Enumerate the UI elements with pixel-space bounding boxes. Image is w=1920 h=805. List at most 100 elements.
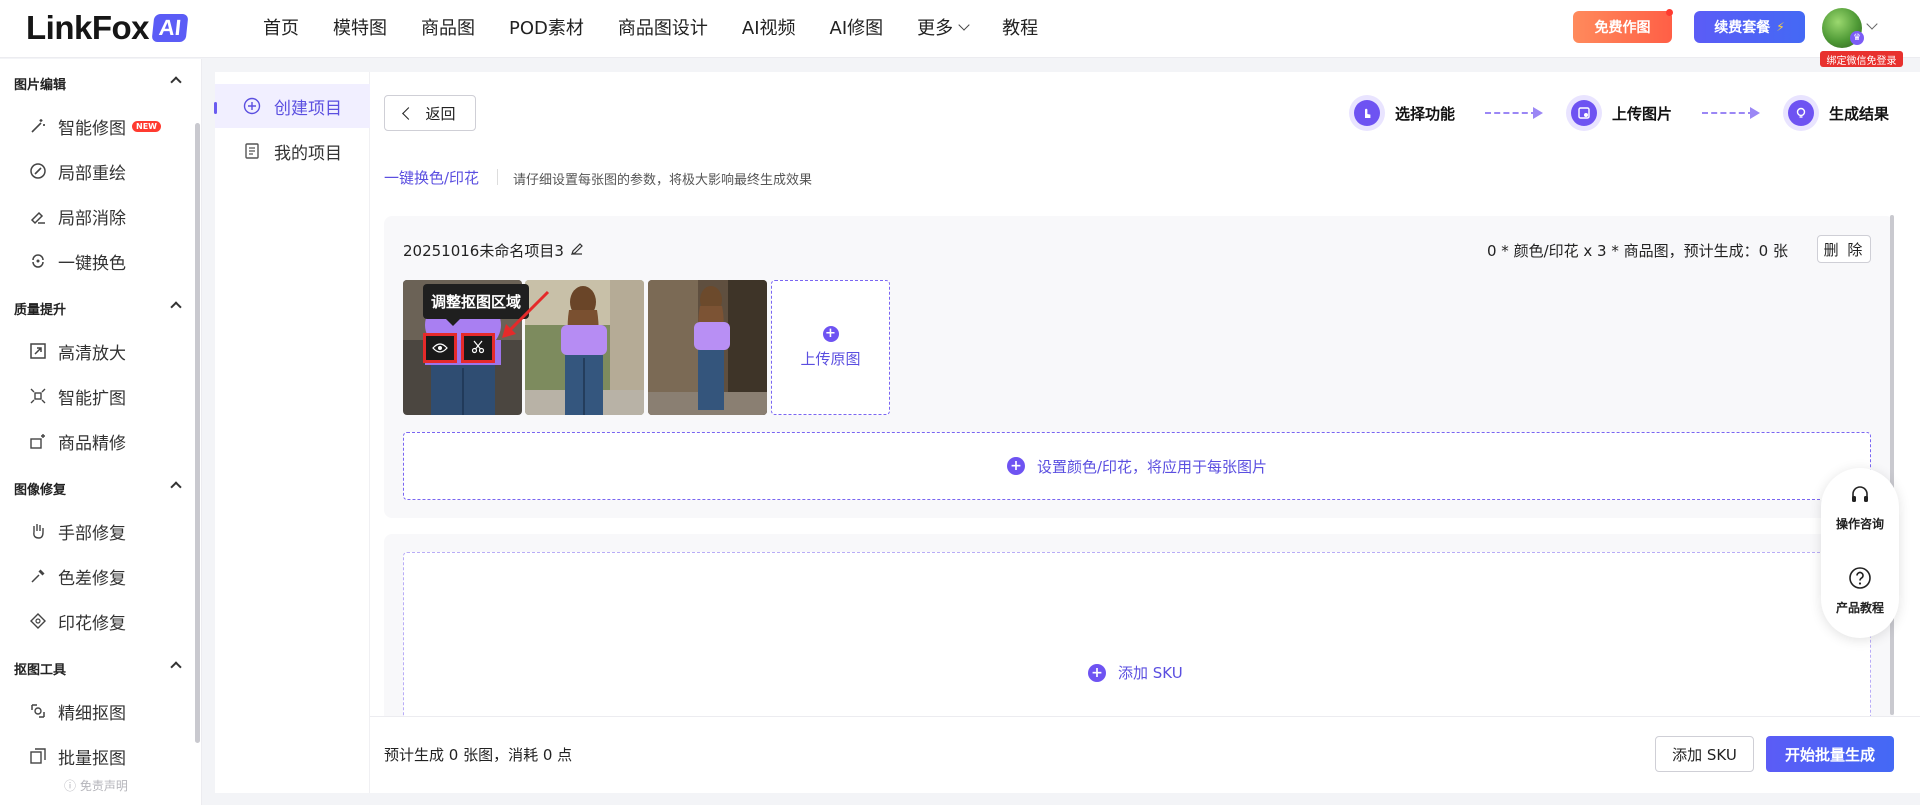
preview-eye-button[interactable] [423, 333, 457, 363]
sidebar-item-color-swap[interactable]: 一键换色 [28, 249, 126, 274]
tutorial-button[interactable]: 产品教程 [1821, 566, 1899, 616]
product-thumbnail[interactable] [648, 280, 767, 415]
project-panel: 创建项目 我的项目 [215, 72, 370, 793]
sidebar-item-product-retouch[interactable]: 商品精修 [28, 429, 126, 454]
mode-tab-color-print[interactable]: 一键换色/印花 [384, 167, 479, 188]
step-circle [1566, 95, 1602, 131]
sidebar-item-hd-upscale[interactable]: 高清放大 [28, 339, 126, 364]
sidebar-item-hand-repair[interactable]: 手部修复 [28, 519, 126, 544]
sidebar-item-label: 局部重绘 [58, 163, 126, 184]
renew-plan-label: 续费套餐 [1714, 20, 1771, 36]
sidebar-item-label: 局部消除 [58, 208, 126, 229]
add-sku-button[interactable]: 添加 SKU [1655, 736, 1754, 772]
sidebar-item-fine-cutout[interactable]: 精细抠图 [28, 699, 126, 724]
add-sku-area[interactable] [403, 552, 1871, 716]
headset-icon [1849, 484, 1871, 509]
sidebar-item-label: 商品精修 [58, 433, 126, 454]
group-quality[interactable]: 质量提升 [14, 299, 182, 318]
eraser-icon [28, 206, 48, 226]
project-name-text: 20251016未命名项目3 [403, 242, 564, 260]
project-name[interactable]: 20251016未命名项目3 [403, 240, 584, 261]
sidebar-item-label: 批量抠图 [58, 748, 126, 769]
bind-wechat-tip[interactable]: 绑定微信免登录 [1820, 51, 1903, 67]
set-color-print-label: 设置颜色/印花，将应用于每张图片 [1036, 457, 1268, 476]
nav-product[interactable]: 商品图 [421, 14, 475, 40]
adjust-cutout-button[interactable] [461, 333, 495, 363]
sidebar-item-label: 精细抠图 [58, 703, 126, 724]
free-create-button[interactable]: 免费作图 [1573, 9, 1673, 43]
tool-sidebar: 图片编辑 智能修图 NEW 局部重绘 局部消除 一键换色 质量提升 高清放大 智… [0, 59, 202, 805]
back-button[interactable]: 返回 [384, 95, 476, 131]
cutout-icon [28, 701, 48, 721]
dropper-icon [28, 566, 48, 586]
sidebar-item-label: 印花修复 [58, 613, 126, 634]
renew-plan-button[interactable]: 续费套餐 ⚡ [1694, 11, 1805, 43]
chevron-left-icon [402, 106, 416, 120]
group-repair[interactable]: 图像修复 [14, 479, 182, 498]
set-color-print-button[interactable]: + 设置颜色/印花，将应用于每张图片 [403, 432, 1871, 500]
nav-more[interactable]: 更多 [917, 14, 970, 40]
nav-ai-video[interactable]: AI视频 [742, 14, 796, 40]
nav-ai-retouch[interactable]: AI修图 [830, 14, 884, 40]
document-list-icon [242, 141, 262, 161]
sidebar-item-local-erase[interactable]: 局部消除 [28, 204, 126, 229]
main-scrollbar[interactable] [1890, 215, 1894, 715]
delete-button[interactable]: 删 除 [1817, 235, 1871, 263]
expand-icon [28, 341, 48, 361]
sidebar-scrollbar[interactable] [195, 123, 200, 743]
sidebar-item-label: 智能修图 [58, 118, 126, 139]
sidebar-item-outpaint[interactable]: 智能扩图 [28, 384, 126, 409]
logo[interactable]: LinkFox AI [26, 9, 189, 46]
start-batch-generate-button[interactable]: 开始批量生成 [1766, 736, 1894, 772]
sidebar-item-local-redraw[interactable]: 局部重绘 [28, 159, 126, 184]
vip-crown-icon: ♛ [1850, 31, 1864, 45]
panel-item-create-project[interactable]: 创建项目 [215, 84, 370, 128]
notification-dot [1666, 9, 1673, 16]
chevron-up-icon [170, 76, 182, 88]
retouch-icon [28, 431, 48, 451]
nav-home[interactable]: 首页 [263, 14, 299, 40]
step-arrow [1702, 107, 1760, 119]
sidebar-item-print-repair[interactable]: 印花修复 [28, 609, 126, 634]
group-cutout[interactable]: 抠图工具 [14, 659, 182, 678]
hand-icon [28, 521, 48, 541]
group-image-edit[interactable]: 图片编辑 [14, 74, 182, 93]
group-title: 图片编辑 [14, 78, 67, 93]
step-select-function: 选择功能 [1349, 95, 1455, 131]
chevron-up-icon [170, 301, 182, 313]
cost-estimate: 预计生成 0 张图，消耗 0 点 [384, 746, 573, 764]
color-swap-icon [28, 251, 48, 271]
panel-item-my-projects[interactable]: 我的项目 [215, 129, 370, 173]
red-annotation-arrow [502, 290, 550, 338]
divider [497, 169, 498, 185]
disclaimer-link[interactable]: ⓘ 免责声明 [64, 777, 128, 794]
upload-original-button[interactable]: + 上传原图 [771, 280, 890, 415]
step-label: 上传图片 [1612, 104, 1673, 123]
outpaint-icon [28, 386, 48, 406]
generation-summary: 0 * 颜色/印花 x 3 * 商品图，预计生成：0 张 [1487, 242, 1788, 260]
sidebar-item-label: 智能扩图 [58, 388, 126, 409]
group-title: 抠图工具 [14, 663, 67, 678]
sidebar-item-label: 一键换色 [58, 253, 126, 274]
nav-tutorial[interactable]: 教程 [1002, 14, 1038, 40]
nav-product-design[interactable]: 商品图设计 [618, 14, 708, 40]
tutorial-label: 产品教程 [1835, 601, 1884, 615]
arrow-head [1533, 107, 1543, 119]
tooltip-tail [446, 319, 460, 326]
logo-badge: AI [151, 14, 189, 42]
sidebar-item-smart-retouch[interactable]: 智能修图 NEW [28, 114, 161, 139]
add-sku-inline-button[interactable]: + 添加 SKU [1088, 662, 1183, 683]
batch-cutout-icon [28, 746, 48, 766]
nav-pod[interactable]: POD素材 [509, 14, 584, 40]
nav-model[interactable]: 模特图 [333, 14, 387, 40]
sidebar-item-color-repair[interactable]: 色差修复 [28, 564, 126, 589]
step-label: 生成结果 [1829, 104, 1890, 123]
upload-label: 上传原图 [800, 350, 861, 368]
consult-button[interactable]: 操作咨询 [1821, 484, 1899, 532]
sidebar-item-batch-cutout[interactable]: 批量抠图 [28, 744, 126, 769]
logo-text: LinkFox [26, 9, 150, 46]
step-label: 选择功能 [1395, 104, 1456, 123]
edit-pencil-icon[interactable] [570, 242, 584, 260]
chevron-down-icon [958, 18, 970, 31]
group-title: 质量提升 [14, 303, 67, 318]
